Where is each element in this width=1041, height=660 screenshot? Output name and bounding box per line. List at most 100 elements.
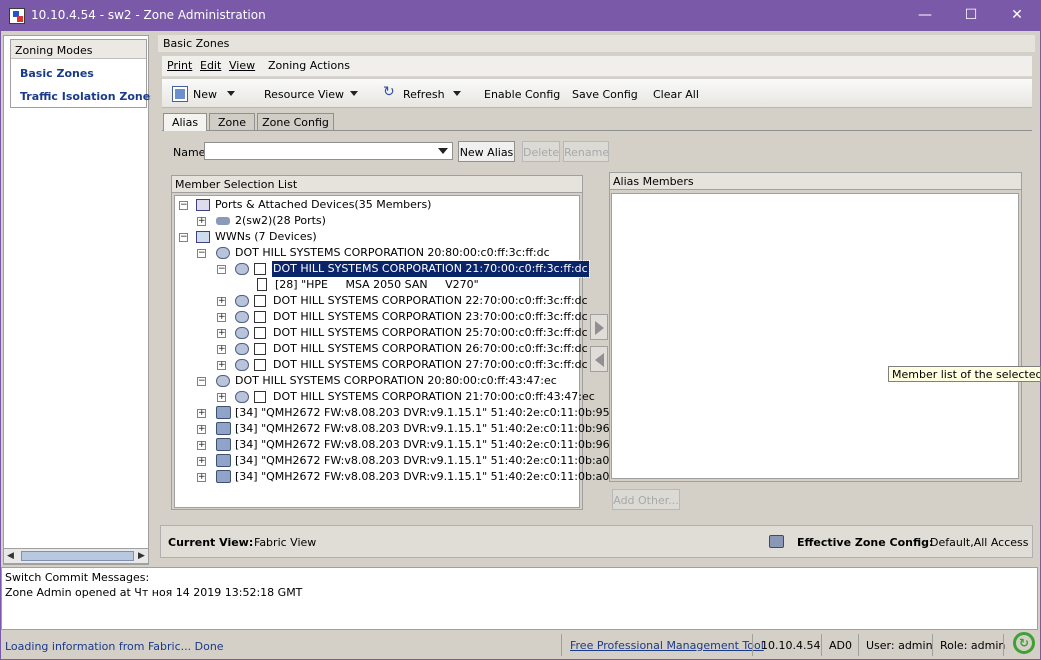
menu-print[interactable]: Print [167,59,192,72]
status-separator [1003,634,1004,656]
mode-traffic-isolation-zones[interactable]: Traffic Isolation Zones [20,90,157,103]
effective-zone-config-label: Effective Zone Config: [797,536,934,549]
chevron-down-icon[interactable] [438,148,448,154]
menu-zoning-actions[interactable]: Zoning Actions [268,59,350,72]
collapse-icon[interactable]: − [179,233,188,242]
tree-row[interactable]: + [34] "QMH2672 FW:v8.08.203 DVR:v9.1.15… [178,453,627,469]
expand-icon[interactable]: + [197,441,206,450]
port-icon [254,343,266,355]
save-config-button[interactable]: Save Config [572,88,638,101]
tooltip: Member list of the selected alias [888,366,1041,382]
tree-row[interactable]: + DOT HILL SYSTEMS CORPORATION 21:70:00:… [178,389,595,405]
tree-row[interactable]: − Ports & Attached Devices(35 Members) [178,197,578,213]
scroll-thumb[interactable] [21,551,134,561]
printer-icon[interactable] [769,535,784,548]
tree-row[interactable]: + DOT HILL SYSTEMS CORPORATION 23:70:00:… [178,309,588,325]
delete-button[interactable]: Delete [522,141,560,162]
management-tool-link[interactable]: Free Professional Management Tool [570,639,764,652]
device-icon [235,359,249,371]
tree-row[interactable]: + DOT HILL SYSTEMS CORPORATION 22:70:00:… [178,293,588,309]
refresh-icon: ↻ [383,84,395,100]
tree-row[interactable]: + DOT HILL SYSTEMS CORPORATION 27:70:00:… [178,357,588,373]
tree-row[interactable]: + [34] "QMH2672 FW:v8.08.203 DVR:v9.1.15… [178,405,627,421]
new-alias-button[interactable]: New Alias [458,141,515,162]
tree-row-selected[interactable]: − DOT HILL SYSTEMS CORPORATION 21:70:00:… [178,260,590,278]
scroll-left-icon[interactable]: ◀ [7,551,14,561]
refresh-dropdown-icon[interactable] [453,91,461,96]
collapse-icon[interactable]: − [197,377,206,386]
status-role: Role: admin [940,639,1006,652]
expand-icon[interactable]: + [197,425,206,434]
tree-row[interactable]: − WWNs (7 Devices) [178,229,578,245]
close-button[interactable]: ✕ [994,0,1040,31]
member-selection-header: Member Selection List [172,176,582,193]
tree-row[interactable]: − DOT HILL SYSTEMS CORPORATION 20:80:00:… [178,245,578,261]
tree-row[interactable]: + 2(sw2)(28 Ports) [178,213,578,229]
tree-row[interactable]: + [34] "QMH2672 FW:v8.08.203 DVR:v9.1.15… [178,421,624,437]
tree-row-label: [34] "QMH2672 FW:v8.08.203 DVR:v9.1.15.1… [235,454,628,467]
collapse-icon[interactable]: − [179,201,188,210]
commit-messages-title: Switch Commit Messages: [5,571,150,584]
expand-icon[interactable]: + [197,473,206,482]
expand-icon[interactable]: + [217,297,226,306]
tab-zone[interactable]: Zone [209,113,255,130]
add-member-button[interactable] [590,314,608,340]
menu-print-label: Print [167,59,193,72]
device-icon [216,375,230,387]
resource-view-button[interactable]: Resource View [264,88,344,101]
sync-icon[interactable]: ↻ [1013,632,1035,654]
tree-row[interactable]: + [34] "QMH2672 FW:v8.08.203 DVR:v9.1.15… [178,437,621,453]
tree-row-label: DOT HILL SYSTEMS CORPORATION 25:70:00:c0… [273,326,588,339]
name-combobox[interactable] [204,142,453,160]
clear-all-button[interactable]: Clear All [653,88,699,101]
minimize-button[interactable]: — [902,0,948,31]
left-panel-scrollbar[interactable]: ◀ ▶ [3,548,149,564]
tree-row-label: Ports & Attached Devices(35 Members) [215,198,432,211]
tree-row[interactable]: [28] "HPE MSA 2050 SAN V270" [178,277,578,293]
tree-row-label: [34] "QMH2672 FW:v8.08.203 DVR:v9.1.15.1… [235,438,621,451]
menu-zoning-actions-label: Zoning Actions [268,59,350,72]
remove-member-button[interactable] [590,346,608,372]
tree-row-label: DOT HILL SYSTEMS CORPORATION 23:70:00:c0… [273,310,588,323]
new-dropdown-icon[interactable] [227,91,235,96]
scroll-right-icon[interactable]: ▶ [138,551,145,561]
arrow-right-icon [595,321,604,335]
tree-row[interactable]: + DOT HILL SYSTEMS CORPORATION 26:70:00:… [178,341,588,357]
resource-view-dropdown-icon[interactable] [350,91,358,96]
tab-alias[interactable]: Alias [163,113,207,131]
add-other-button[interactable]: Add Other... [612,489,680,510]
basic-zones-header: Basic Zones [158,35,1035,52]
window-title: 10.10.4.54 - sw2 - Zone Administration [31,8,266,22]
maximize-button[interactable]: ☐ [948,0,994,31]
expand-icon[interactable]: + [197,409,206,418]
tab-zone-config[interactable]: Zone Config [257,113,334,130]
splitter[interactable] [151,35,157,565]
tree-row-label: DOT HILL SYSTEMS CORPORATION 21:70:00:c0… [271,260,590,278]
commit-message-line: Zone Admin opened at Чт ноя 14 2019 13:5… [5,586,303,599]
expand-icon[interactable]: + [217,329,226,338]
tree-row[interactable]: − DOT HILL SYSTEMS CORPORATION 20:80:00:… [178,373,578,389]
tree-row[interactable]: + [34] "QMH2672 FW:v8.08.203 DVR:v9.1.15… [178,469,627,485]
arrow-left-icon [595,353,604,367]
refresh-button[interactable]: Refresh [403,88,445,101]
enable-config-button[interactable]: Enable Config [484,88,560,101]
menu-view[interactable]: View [229,59,255,72]
mode-basic-zones[interactable]: Basic Zones [20,67,94,80]
tree-row[interactable]: + DOT HILL SYSTEMS CORPORATION 25:70:00:… [178,325,588,341]
expand-icon[interactable]: + [197,217,206,226]
new-button[interactable]: New [193,88,217,101]
tree-row-label: 2(sw2)(28 Ports) [235,214,326,227]
status-message: Loading information from Fabric... Done [5,640,224,653]
status-separator [561,634,562,656]
rename-button[interactable]: Rename [563,141,609,162]
collapse-icon[interactable]: − [217,265,226,274]
collapse-icon[interactable]: − [197,249,206,258]
menu-edit[interactable]: Edit [200,59,221,72]
expand-icon[interactable]: + [217,345,226,354]
status-separator [858,634,859,656]
expand-icon[interactable]: + [217,393,226,402]
expand-icon[interactable]: + [217,361,226,370]
alias-members-list[interactable] [611,193,1019,479]
expand-icon[interactable]: + [197,457,206,466]
expand-icon[interactable]: + [217,313,226,322]
